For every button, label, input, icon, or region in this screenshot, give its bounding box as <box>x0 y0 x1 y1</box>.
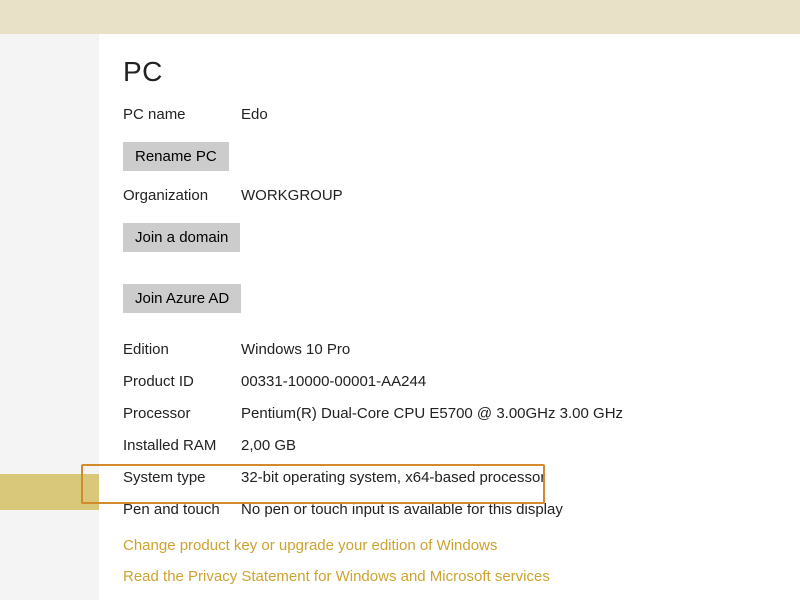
label-organization: Organization <box>123 187 241 204</box>
label-installed-ram: Installed RAM <box>123 437 241 454</box>
value-system-type: 32-bit operating system, x64-based proce… <box>241 469 545 486</box>
label-edition: Edition <box>123 341 241 358</box>
change-product-key-link[interactable]: Change product key or upgrade your editi… <box>123 537 776 554</box>
row-pc-name: PC name Edo <box>123 106 776 130</box>
row-installed-ram: Installed RAM 2,00 GB <box>123 437 776 461</box>
label-pen-touch: Pen and touch <box>123 501 241 518</box>
value-pen-touch: No pen or touch input is available for t… <box>241 501 563 518</box>
sidebar-selected-item[interactable] <box>0 474 99 510</box>
join-azure-ad-button[interactable]: Join Azure AD <box>123 284 241 313</box>
value-processor: Pentium(R) Dual-Core CPU E5700 @ 3.00GHz… <box>241 405 623 422</box>
row-system-type: System type 32-bit operating system, x64… <box>123 469 776 493</box>
value-installed-ram: 2,00 GB <box>241 437 296 454</box>
value-organization: WORKGROUP <box>241 187 343 204</box>
row-organization: Organization WORKGROUP <box>123 187 776 211</box>
row-processor: Processor Pentium(R) Dual-Core CPU E5700… <box>123 405 776 429</box>
label-product-id: Product ID <box>123 373 241 390</box>
page-title: PC <box>123 56 776 88</box>
rename-pc-button[interactable]: Rename PC <box>123 142 229 171</box>
join-domain-button[interactable]: Join a domain <box>123 223 240 252</box>
label-processor: Processor <box>123 405 241 422</box>
system-info-block: Edition Windows 10 Pro Product ID 00331-… <box>123 341 776 525</box>
privacy-statement-link[interactable]: Read the Privacy Statement for Windows a… <box>123 568 776 585</box>
label-pc-name: PC name <box>123 106 241 123</box>
label-system-type: System type <box>123 469 241 486</box>
value-pc-name: Edo <box>241 106 268 123</box>
value-product-id: 00331-10000-00001-AA244 <box>241 373 426 390</box>
row-product-id: Product ID 00331-10000-00001-AA244 <box>123 373 776 397</box>
value-edition: Windows 10 Pro <box>241 341 350 358</box>
top-ribbon-band <box>0 0 800 34</box>
content-pane: PC PC name Edo Rename PC Organization WO… <box>99 34 800 600</box>
page-body: PC PC name Edo Rename PC Organization WO… <box>0 34 800 600</box>
settings-sidebar <box>0 34 99 600</box>
row-edition: Edition Windows 10 Pro <box>123 341 776 365</box>
row-pen-touch: Pen and touch No pen or touch input is a… <box>123 501 776 525</box>
